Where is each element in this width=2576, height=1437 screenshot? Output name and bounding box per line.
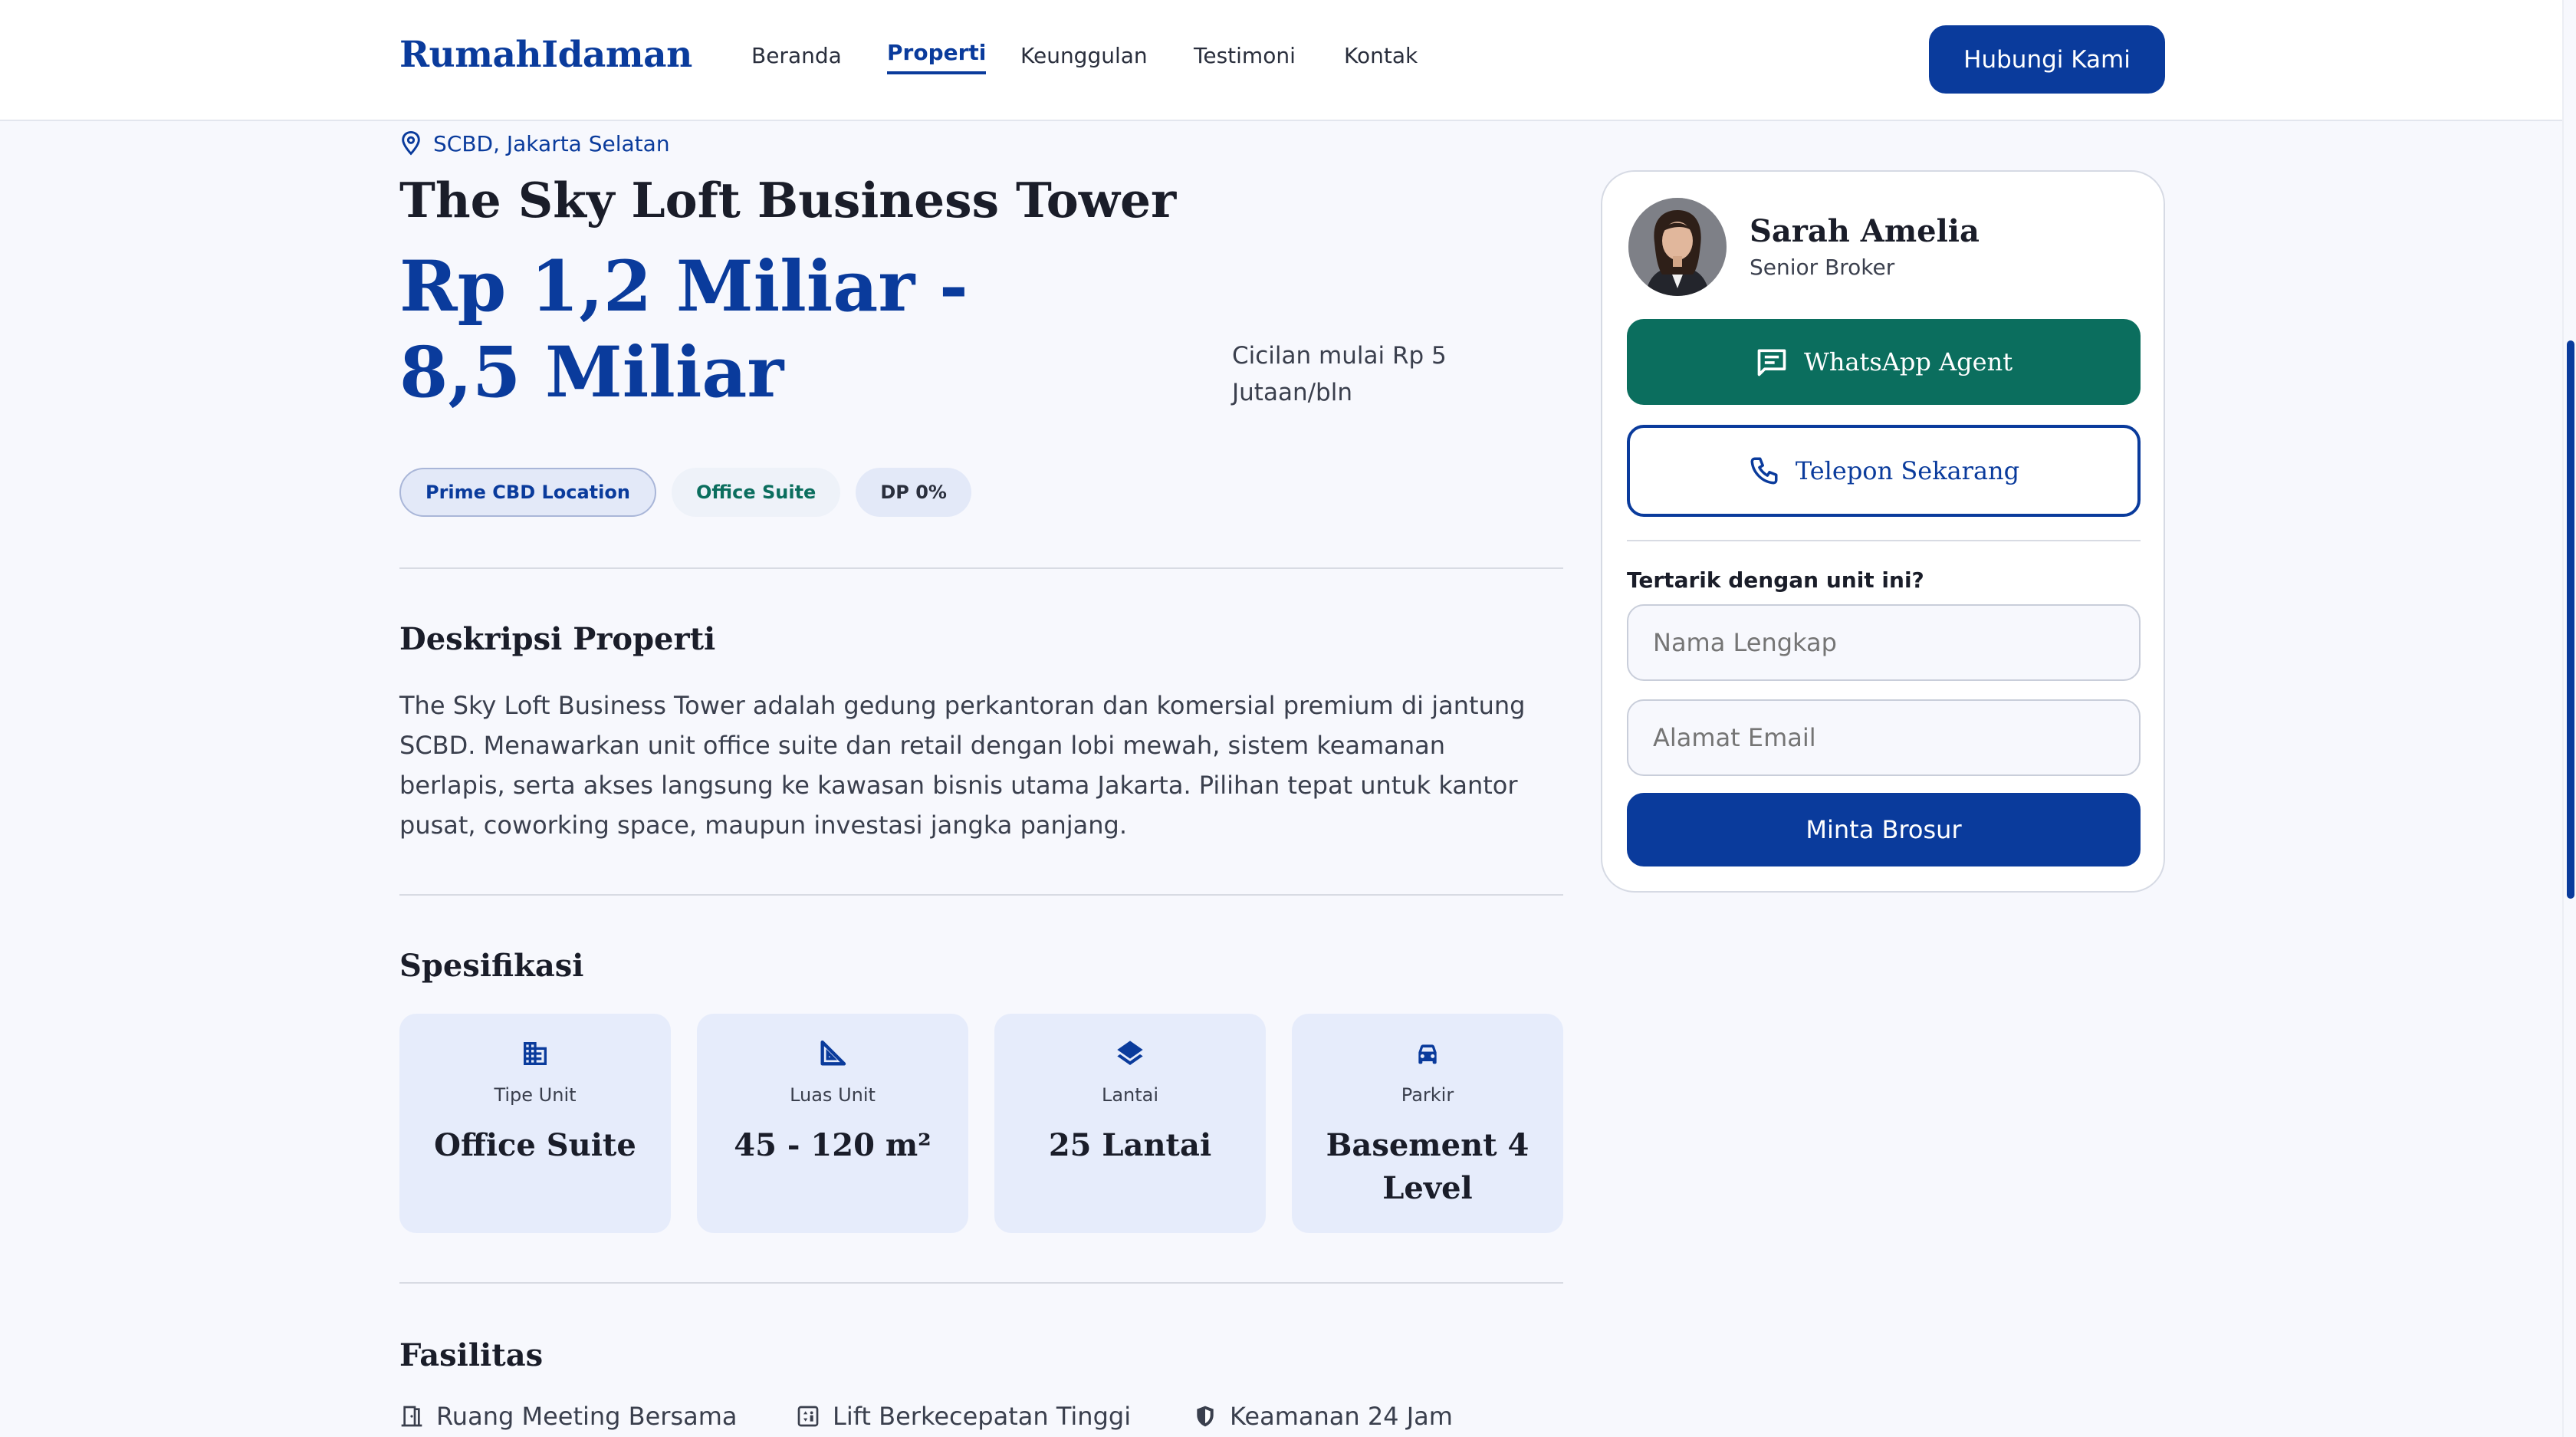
section-divider: [399, 567, 1563, 569]
call-now-button[interactable]: Telepon Sekarang: [1627, 425, 2141, 517]
meeting-room-icon: [401, 1406, 422, 1427]
spec-value: 45 - 120 m²: [734, 1127, 932, 1163]
facility-item: Keamanan 24 Jam: [1193, 1402, 1453, 1431]
whatsapp-label: WhatsApp Agent: [1803, 347, 2013, 377]
specs-heading: Spesifikasi: [399, 948, 584, 984]
spec-label: Parkir: [1401, 1084, 1454, 1106]
site-logo[interactable]: RumahIdaman: [399, 34, 692, 76]
shield-icon: [1197, 1406, 1214, 1427]
agent-avatar: [1628, 198, 1727, 296]
installment-info: Cicilan mulai Rp 5 Jutaan/bln: [1232, 342, 1447, 406]
nav-item-keunggulan[interactable]: Keunggulan: [1020, 43, 1148, 68]
full-name-input[interactable]: [1627, 604, 2141, 681]
facility-label: Lift Berkecepatan Tinggi: [833, 1402, 1132, 1431]
set-square-icon: [820, 1040, 846, 1066]
spec-value: Office Suite: [434, 1127, 636, 1163]
whatsapp-agent-button[interactable]: WhatsApp Agent: [1627, 319, 2141, 405]
spec-card-parking: Parkir Basement 4 Level: [1292, 1014, 1563, 1233]
property-tags: Prime CBD Location Office Suite DP 0%: [399, 468, 971, 517]
building-icon: [524, 1042, 547, 1065]
agent-contact-card: Sarah Amelia Senior Broker WhatsApp Agen…: [1601, 170, 2165, 893]
facilities-heading: Fasilitas: [399, 1337, 544, 1373]
description-heading: Deskripsi Properti: [399, 621, 716, 657]
phone-icon: [1750, 457, 1778, 485]
email-input[interactable]: [1627, 699, 2141, 776]
spec-label: Luas Unit: [790, 1084, 876, 1106]
chat-icon: [1757, 349, 1786, 377]
spec-label: Tipe Unit: [494, 1084, 577, 1106]
location-text: SCBD, Jakarta Selatan: [433, 130, 670, 156]
contact-us-button[interactable]: Hubungi Kami: [1929, 25, 2165, 94]
spec-card-unit-size: Luas Unit 45 - 120 m²: [697, 1014, 968, 1233]
top-navbar: RumahIdaman Beranda Properti Keunggulan …: [0, 0, 2562, 121]
facility-label: Ruang Meeting Bersama: [436, 1402, 738, 1431]
tag-down-payment: DP 0%: [856, 468, 971, 517]
agent-name: Sarah Amelia: [1750, 213, 1980, 249]
interest-form-title: Tertarik dengan unit ini?: [1627, 567, 1924, 593]
property-price: Rp 1,2 Miliar - 8,5 Miliar: [399, 246, 968, 413]
facility-label: Keamanan 24 Jam: [1230, 1402, 1453, 1431]
nav-item-beranda[interactable]: Beranda: [751, 43, 842, 68]
section-divider: [399, 1282, 1563, 1284]
spec-card-floors: Lantai 25 Lantai: [994, 1014, 1266, 1233]
card-divider: [1627, 540, 2141, 541]
nav-item-testimoni[interactable]: Testimoni: [1194, 43, 1296, 68]
section-divider: [399, 894, 1563, 896]
property-location: SCBD, Jakarta Selatan: [399, 130, 670, 156]
layers-icon: [1117, 1041, 1143, 1065]
facility-item: Lift Berkecepatan Tinggi: [796, 1402, 1131, 1431]
call-label: Telepon Sekarang: [1795, 456, 2020, 485]
spec-card-unit-type: Tipe Unit Office Suite: [399, 1014, 671, 1233]
spec-label: Lantai: [1101, 1084, 1159, 1106]
location-pin-icon: [402, 130, 420, 156]
car-icon: [1418, 1044, 1437, 1064]
tag-office-suite: Office Suite: [671, 468, 841, 517]
scrollbar-thumb[interactable]: [2567, 340, 2574, 899]
spec-value: Basement 4 Level: [1326, 1127, 1530, 1206]
nav-item-kontak[interactable]: Kontak: [1344, 43, 1418, 68]
facility-item: Ruang Meeting Bersama: [399, 1402, 738, 1431]
description-text: The Sky Loft Business Tower adalah gedun…: [399, 691, 1526, 840]
nav-item-properti[interactable]: Properti: [887, 40, 987, 74]
property-title: The Sky Loft Business Tower: [399, 172, 1177, 229]
elevator-icon: [797, 1406, 819, 1427]
request-brochure-button[interactable]: Minta Brosur: [1627, 793, 2141, 866]
agent-role: Senior Broker: [1750, 255, 1895, 280]
spec-value: 25 Lantai: [1048, 1127, 1212, 1163]
tag-prime-location: Prime CBD Location: [399, 468, 656, 517]
